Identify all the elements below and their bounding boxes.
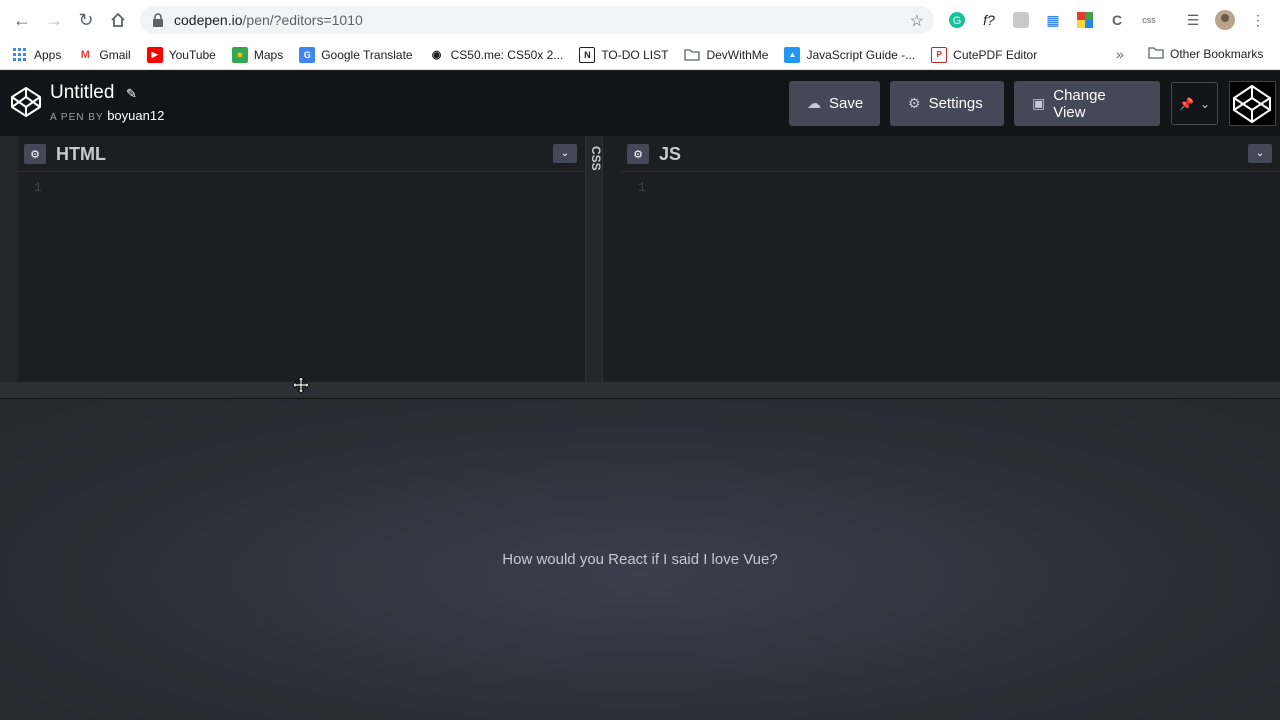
home-icon[interactable] bbox=[102, 4, 134, 36]
js-chevron-down-icon[interactable]: ⌄ bbox=[1248, 144, 1272, 163]
editor-left-gutter bbox=[0, 136, 18, 382]
bookmark-gmail[interactable]: M Gmail bbox=[77, 47, 131, 63]
js-line-number: 1 bbox=[638, 180, 646, 195]
address-bar[interactable]: codepen.io/pen/?editors=1010 ☆ bbox=[140, 6, 934, 34]
folder-icon bbox=[684, 47, 701, 63]
youtube-icon: ▶ bbox=[146, 46, 163, 63]
css-editor-title[interactable]: CSS bbox=[585, 146, 603, 171]
crop-icon[interactable]: ▦ bbox=[1042, 9, 1064, 31]
color-picker-icon[interactable] bbox=[1074, 9, 1096, 31]
bookmark-devwithme[interactable]: DevWithMe bbox=[684, 47, 768, 63]
reading-list-icon[interactable]: ☰ bbox=[1182, 9, 1204, 31]
menu-kebab-icon[interactable]: ⋮ bbox=[1247, 9, 1269, 31]
pin-dropdown-button[interactable]: 📌 ⌄ bbox=[1171, 82, 1218, 125]
extension-k-icon[interactable] bbox=[1010, 9, 1032, 31]
cs50-icon: ◉ bbox=[431, 49, 442, 61]
gmail-icon: M bbox=[80, 48, 90, 61]
notion-icon: N bbox=[579, 46, 596, 63]
grammarly-icon[interactable]: G bbox=[946, 9, 968, 31]
css-editor-collapsed[interactable] bbox=[585, 136, 603, 382]
editor-divider[interactable] bbox=[603, 136, 620, 382]
js-editor-title: JS bbox=[659, 144, 682, 164]
move-cursor-icon bbox=[292, 376, 310, 394]
pen-title[interactable]: Untitled bbox=[50, 82, 114, 104]
html-line-number: 1 bbox=[34, 180, 42, 195]
url-text: codepen.io/pen/?editors=1010 bbox=[174, 12, 363, 28]
svg-text:G: G bbox=[953, 15, 962, 27]
maps-icon: ● bbox=[231, 46, 248, 63]
forward-icon[interactable]: → bbox=[38, 4, 70, 36]
change-view-button[interactable]: ▣ Change View bbox=[1014, 81, 1160, 126]
view-icon: ▣ bbox=[1032, 95, 1046, 111]
codepen-logo-icon[interactable] bbox=[10, 86, 42, 118]
bookmark-google-translate[interactable]: G Google Translate bbox=[299, 46, 413, 63]
html-editor-title: HTML bbox=[56, 144, 106, 164]
folder-icon bbox=[1148, 46, 1164, 62]
bookmark-javascript-guide[interactable]: ▲ JavaScript Guide -... bbox=[784, 46, 915, 63]
bookmarks-overflow-button[interactable]: » bbox=[1116, 46, 1124, 62]
other-bookmarks-folder[interactable]: Other Bookmarks bbox=[1148, 46, 1263, 62]
reload-icon[interactable]: ↻ bbox=[70, 4, 102, 36]
html-settings-gear-icon[interactable]: ⚙ bbox=[24, 144, 46, 164]
settings-button[interactable]: ⚙ Settings bbox=[890, 81, 1004, 126]
bookmark-todo-list[interactable]: N TO-DO LIST bbox=[579, 46, 668, 63]
bookmark-youtube[interactable]: ▶ YouTube bbox=[146, 46, 216, 63]
save-button[interactable]: ☁ Save bbox=[789, 81, 880, 126]
js-editor-header: ⚙ JS ⌄ bbox=[620, 136, 1280, 172]
extension-c-icon[interactable]: C bbox=[1106, 9, 1128, 31]
bookmarks-bar: Apps M Gmail ▶ YouTube ● Maps G Google Trans… bbox=[0, 40, 1280, 70]
profile-avatar-icon[interactable] bbox=[1214, 9, 1236, 31]
js-editor[interactable]: ⚙ JS ⌄ 1 bbox=[620, 136, 1280, 382]
bookmark-cutepdf[interactable]: P CutePDF Editor bbox=[931, 46, 1037, 63]
preview-message: How would you React if I said I love Vue… bbox=[502, 551, 778, 568]
back-icon[interactable]: ← bbox=[6, 4, 38, 36]
edit-title-pencil-icon[interactable]: ✎ bbox=[126, 86, 137, 102]
js-guide-icon: ▲ bbox=[784, 46, 801, 63]
css-extension-icon[interactable]: css bbox=[1138, 9, 1160, 31]
lock-icon bbox=[153, 13, 163, 27]
gear-icon: ⚙ bbox=[908, 95, 921, 111]
bookmark-cs50[interactable]: ◉ CS50.me: CS50x 2... bbox=[429, 47, 564, 63]
apps-grid-icon bbox=[12, 47, 28, 63]
chevron-down-icon: ⌄ bbox=[1199, 96, 1210, 111]
pin-icon: 📌 bbox=[1178, 96, 1194, 111]
html-editor[interactable]: ⚙ HTML ⌄ 1 bbox=[18, 136, 585, 382]
cloud-icon: ☁ bbox=[807, 95, 821, 111]
html-chevron-down-icon[interactable]: ⌄ bbox=[553, 144, 577, 163]
user-avatar[interactable] bbox=[1229, 81, 1276, 126]
author-link[interactable]: boyuan12 bbox=[107, 108, 164, 123]
pdf-icon: P bbox=[931, 46, 948, 63]
translate-icon: G bbox=[299, 46, 316, 63]
bookmark-star-icon[interactable]: ☆ bbox=[910, 11, 924, 31]
bookmark-maps[interactable]: ● Maps bbox=[231, 46, 283, 63]
html-editor-header: ⚙ HTML ⌄ bbox=[18, 136, 585, 172]
js-settings-gear-icon[interactable]: ⚙ bbox=[627, 144, 649, 164]
pen-author: A PEN BY boyuan12 bbox=[50, 108, 165, 123]
preview-resizer[interactable] bbox=[0, 382, 1280, 399]
bookmark-apps[interactable]: Apps bbox=[12, 47, 61, 63]
formula-icon[interactable]: f? bbox=[978, 9, 1000, 31]
